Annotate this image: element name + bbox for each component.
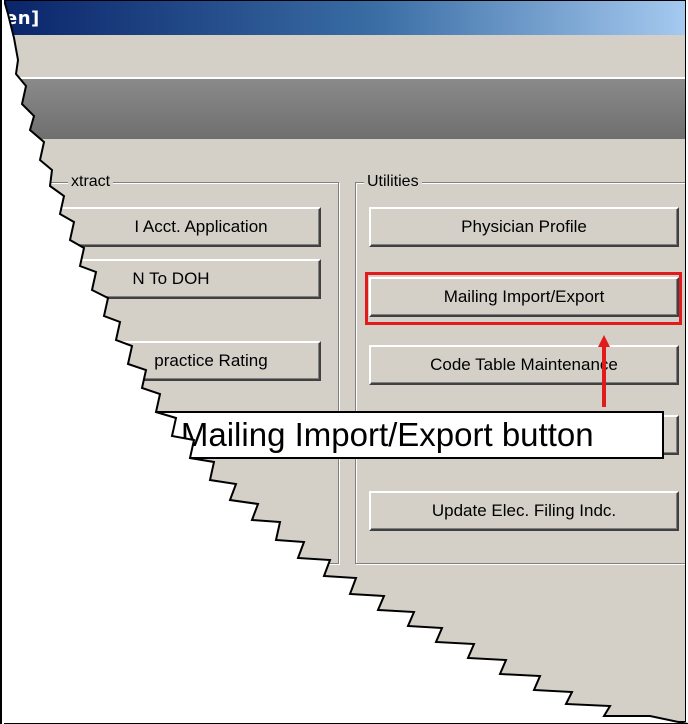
update-elec-filing-button[interactable]: Update Elec. Filing Indc. <box>369 491 679 531</box>
title-bar: en] <box>1 1 685 35</box>
highlight-box <box>365 272 682 325</box>
account-application-label: I Acct. Application <box>134 217 268 236</box>
code-table-maintenance-button[interactable]: Code Table Maintenance <box>369 345 679 385</box>
physician-profile-label: Physician Profile <box>461 217 587 236</box>
account-application-button[interactable]: I Acct. Application <box>41 207 321 247</box>
practice-rating-button[interactable]: practice Rating <box>41 341 321 381</box>
window-title: en] <box>5 8 40 29</box>
screenshot-frame: en] xtract I Acct. Application N To DOH … <box>0 0 686 722</box>
instruction-callout: Select Mailing Import/Export button <box>70 411 664 459</box>
utilities-group-legend: Utilities <box>364 173 422 191</box>
to-doh-button[interactable]: N To DOH <box>41 259 321 299</box>
header-band <box>1 79 685 139</box>
update-elec-filing-label: Update Elec. Filing Indc. <box>431 501 617 520</box>
arrow-shaft <box>602 345 606 407</box>
extract-group-legend: xtract <box>68 173 114 191</box>
to-doh-label: N To DOH <box>132 269 210 288</box>
physician-profile-button[interactable]: Physician Profile <box>369 207 679 247</box>
menu-bar <box>1 35 685 77</box>
code-table-maintenance-label: Code Table Maintenance <box>430 355 618 374</box>
instruction-callout-text: Select Mailing Import/Export button <box>80 416 594 453</box>
practice-rating-label: practice Rating <box>154 351 268 370</box>
